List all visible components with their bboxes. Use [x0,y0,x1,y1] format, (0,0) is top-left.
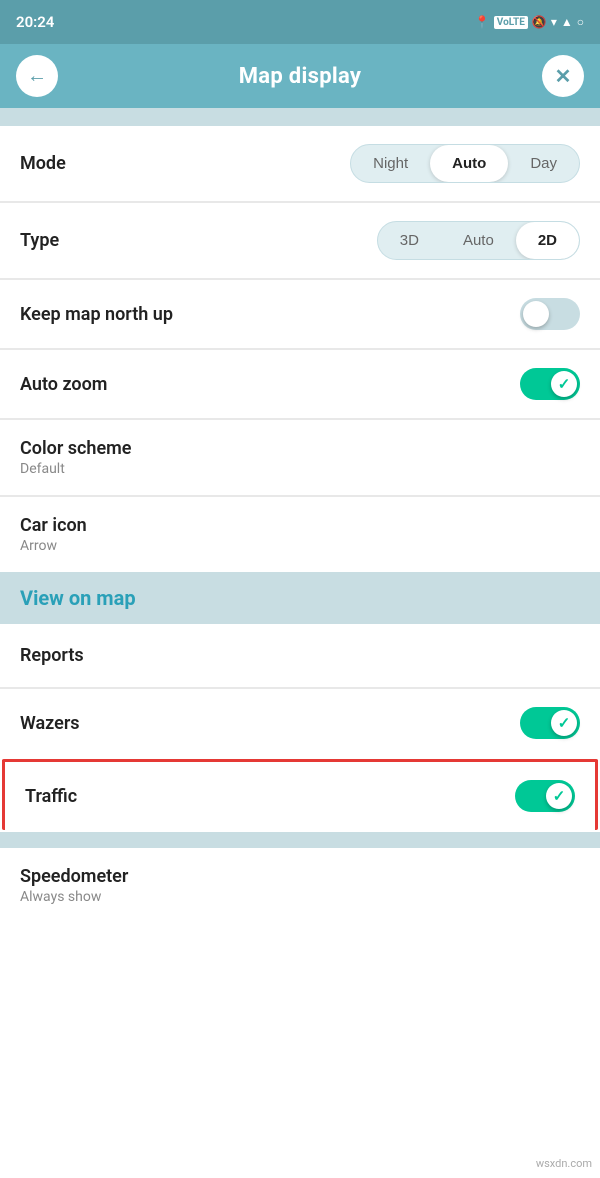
back-button[interactable]: ← [16,55,58,97]
wazers-check-icon: ✓ [558,714,571,732]
top-divider [0,108,600,126]
keep-north-knob [523,301,549,327]
car-icon-label: Car icon [20,515,87,536]
page-title: Map display [239,64,362,89]
mode-label: Mode [20,153,66,174]
mode-auto-btn[interactable]: Auto [430,145,508,182]
status-time: 20:24 [16,13,54,31]
reports-label: Reports [20,645,84,666]
speedometer-value: Always show [20,889,128,905]
bottom-divider [0,832,600,848]
view-on-map-title: View on map [20,586,136,610]
car-icon-label-group: Car icon Arrow [20,515,87,554]
signal-icon: ▲ [561,15,573,29]
traffic-toggle[interactable]: ✓ [515,780,575,812]
close-icon: ✕ [555,64,572,89]
type-row: Type 3D Auto 2D [0,203,600,279]
traffic-knob: ✓ [546,783,572,809]
status-icons: 📍 VoLTE 🔕 ▾ ▲ ○ [475,15,584,29]
type-2d-btn[interactable]: 2D [516,222,579,259]
wazers-knob: ✓ [551,710,577,736]
battery-icon: ○ [577,15,584,29]
type-auto-btn[interactable]: Auto [441,222,516,259]
car-icon-row[interactable]: Car icon Arrow [0,497,600,572]
color-scheme-label-group: Color scheme Default [20,438,131,477]
settings-group-display: Mode Night Auto Day Type 3D Auto 2D Keep… [0,126,600,572]
close-button[interactable]: ✕ [542,55,584,97]
traffic-row: Traffic ✓ [2,759,598,830]
speedometer-label-group: Speedometer Always show [20,866,128,905]
settings-group-view-on-map: Reports Wazers ✓ [0,624,600,757]
watermark: wsxdn.com [536,1157,592,1170]
color-scheme-row[interactable]: Color scheme Default [0,420,600,496]
auto-zoom-row: Auto zoom ✓ [0,350,600,419]
wazers-row: Wazers ✓ [0,689,600,757]
color-scheme-label: Color scheme [20,438,131,459]
traffic-label: Traffic [25,786,77,807]
traffic-section: Traffic ✓ [0,757,600,832]
speedometer-label: Speedometer [20,866,128,887]
settings-group-speedometer: Speedometer Always show [0,848,600,923]
car-icon-value: Arrow [20,538,87,554]
auto-zoom-knob: ✓ [551,371,577,397]
auto-zoom-toggle[interactable]: ✓ [520,368,580,400]
keep-north-row: Keep map north up [0,280,600,349]
app-header: ← Map display ✕ [0,44,600,108]
volte-badge: VoLTE [494,16,528,29]
type-3d-btn[interactable]: 3D [378,222,441,259]
back-icon: ← [27,65,47,88]
type-label: Type [20,230,59,251]
wazers-label: Wazers [20,713,80,734]
auto-zoom-label: Auto zoom [20,374,107,395]
traffic-check-icon: ✓ [553,787,566,805]
mode-row: Mode Night Auto Day [0,126,600,202]
auto-zoom-check-icon: ✓ [558,375,571,393]
location-icon: 📍 [475,15,490,29]
mode-segmented: Night Auto Day [350,144,580,183]
keep-north-label: Keep map north up [20,304,173,325]
wazers-toggle[interactable]: ✓ [520,707,580,739]
mute-icon: 🔕 [532,15,547,29]
status-bar: 20:24 📍 VoLTE 🔕 ▾ ▲ ○ [0,0,600,44]
speedometer-row[interactable]: Speedometer Always show [0,848,600,923]
mode-night-btn[interactable]: Night [351,145,430,182]
keep-north-toggle[interactable] [520,298,580,330]
type-segmented: 3D Auto 2D [377,221,580,260]
mode-day-btn[interactable]: Day [508,145,579,182]
reports-row[interactable]: Reports [0,624,600,688]
wifi-icon: ▾ [551,15,557,29]
color-scheme-value: Default [20,461,131,477]
view-on-map-section: View on map [0,572,600,624]
